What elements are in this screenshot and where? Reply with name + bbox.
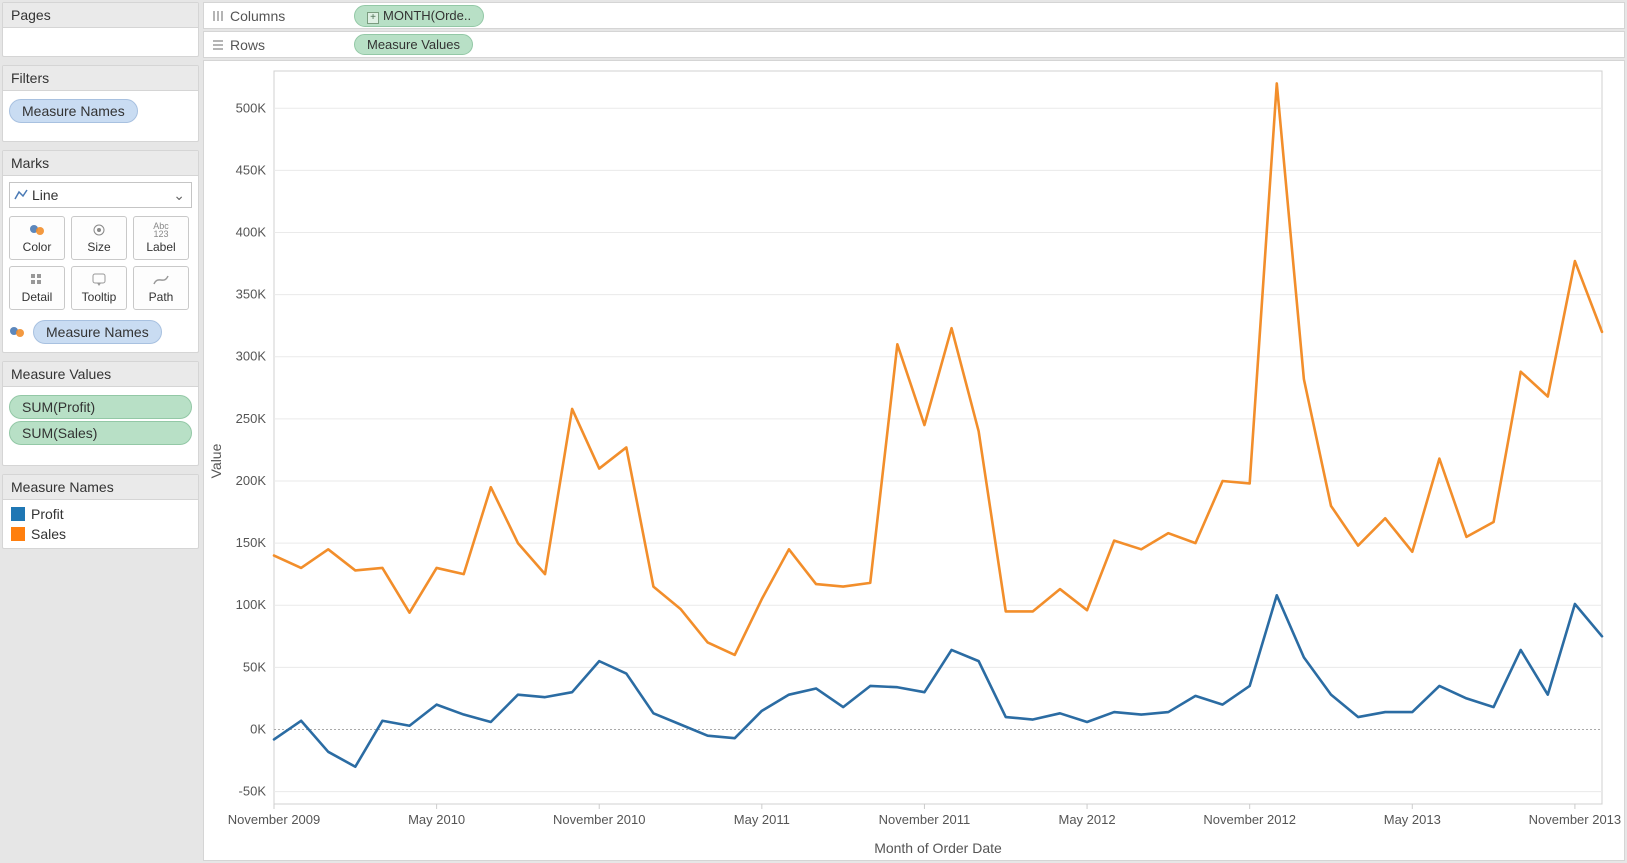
rows-shelf[interactable]: Rows Measure Values [203, 31, 1625, 58]
measure-values-title: Measure Values [3, 362, 198, 387]
marks-card: Marks Line ⌄ Color [2, 150, 199, 353]
pages-card: Pages [2, 2, 199, 57]
measure-values-card: Measure Values SUM(Profit) SUM(Sales) [2, 361, 199, 466]
columns-shelf[interactable]: Columns +MONTH(Orde.. [203, 2, 1625, 29]
marks-type-select[interactable]: Line ⌄ [9, 182, 192, 208]
side-panel: Pages Filters Measure Names Marks Line ⌄ [0, 0, 201, 863]
marks-color-button[interactable]: Color [9, 216, 65, 260]
columns-label: Columns [230, 8, 285, 24]
chevron-down-icon: ⌄ [173, 187, 191, 204]
svg-text:50K: 50K [243, 659, 266, 674]
svg-text:300K: 300K [236, 349, 267, 364]
legend-swatch-sales [11, 527, 25, 541]
detail-icon [30, 272, 44, 288]
y-axis-title: Value [208, 443, 224, 478]
legend-item-profit[interactable]: Profit [3, 504, 198, 524]
svg-text:150K: 150K [236, 535, 267, 550]
svg-text:November 2011: November 2011 [879, 812, 971, 827]
chart-svg: -50K 0K 50K 100K 150K 200K 250K 300K 350K 400K 450… [204, 61, 1622, 859]
marks-label-button[interactable]: Abc123 Label [133, 216, 189, 260]
filters-card: Filters Measure Names [2, 65, 199, 142]
path-icon [153, 272, 169, 288]
size-icon [91, 222, 107, 238]
svg-text:Month of Order Date: Month of Order Date [874, 840, 1002, 856]
legend-title: Measure Names [3, 475, 198, 500]
svg-text:450K: 450K [236, 162, 267, 177]
svg-text:November 2013: November 2013 [1529, 812, 1622, 827]
measure-value-pill-sales[interactable]: SUM(Sales) [9, 421, 192, 445]
color-icon [9, 325, 25, 339]
svg-text:400K: 400K [236, 225, 267, 240]
filter-pill-measure-names[interactable]: Measure Names [9, 99, 138, 123]
svg-text:200K: 200K [236, 473, 267, 488]
label-icon: Abc123 [153, 222, 169, 238]
rows-label: Rows [230, 37, 265, 53]
expand-icon[interactable]: + [367, 12, 379, 24]
filters-title: Filters [3, 66, 198, 91]
svg-text:May 2013: May 2013 [1384, 812, 1441, 827]
line-chart-icon [14, 188, 28, 202]
svg-text:May 2010: May 2010 [408, 812, 465, 827]
tooltip-icon [92, 272, 106, 288]
marks-path-button[interactable]: Path [133, 266, 189, 310]
svg-text:November 2012: November 2012 [1203, 812, 1296, 827]
svg-text:350K: 350K [236, 287, 267, 302]
rows-pill-measure-values[interactable]: Measure Values [354, 34, 473, 55]
color-pill-measure-names[interactable]: Measure Names [33, 320, 162, 344]
svg-text:-50K: -50K [239, 784, 267, 799]
measure-value-pill-profit[interactable]: SUM(Profit) [9, 395, 192, 419]
svg-text:May 2011: May 2011 [734, 812, 790, 827]
svg-text:0K: 0K [250, 721, 266, 736]
marks-tooltip-button[interactable]: Tooltip [71, 266, 127, 310]
pages-title: Pages [3, 3, 198, 28]
svg-text:November 2010: November 2010 [553, 812, 646, 827]
columns-icon [212, 10, 224, 22]
marks-title: Marks [3, 151, 198, 176]
svg-text:May 2012: May 2012 [1059, 812, 1116, 827]
color-icon [29, 222, 45, 238]
svg-text:100K: 100K [236, 597, 267, 612]
legend-item-sales[interactable]: Sales [3, 524, 198, 544]
rows-icon [212, 39, 224, 51]
svg-text:250K: 250K [236, 411, 267, 426]
marks-type-label: Line [32, 187, 58, 203]
legend-card: Measure Names Profit Sales [2, 474, 199, 549]
chart-area[interactable]: Value -50K 0K 50K 100K 150K 200K 250K 300K 350K 4… [203, 60, 1625, 861]
columns-pill-month[interactable]: +MONTH(Orde.. [354, 5, 484, 27]
legend-swatch-profit [11, 507, 25, 521]
marks-detail-button[interactable]: Detail [9, 266, 65, 310]
svg-text:500K: 500K [236, 100, 267, 115]
svg-text:November 2009: November 2009 [228, 812, 321, 827]
marks-size-button[interactable]: Size [71, 216, 127, 260]
